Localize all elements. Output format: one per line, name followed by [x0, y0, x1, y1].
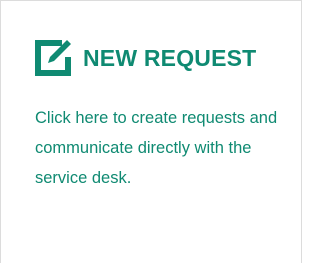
card-header: NEW REQUEST: [34, 38, 256, 78]
edit-icon: [35, 40, 71, 76]
new-request-card[interactable]: NEW REQUEST Click here to create request…: [0, 0, 302, 263]
card-title: NEW REQUEST: [83, 44, 257, 71]
card-description: Click here to create requests and commun…: [35, 109, 278, 187]
